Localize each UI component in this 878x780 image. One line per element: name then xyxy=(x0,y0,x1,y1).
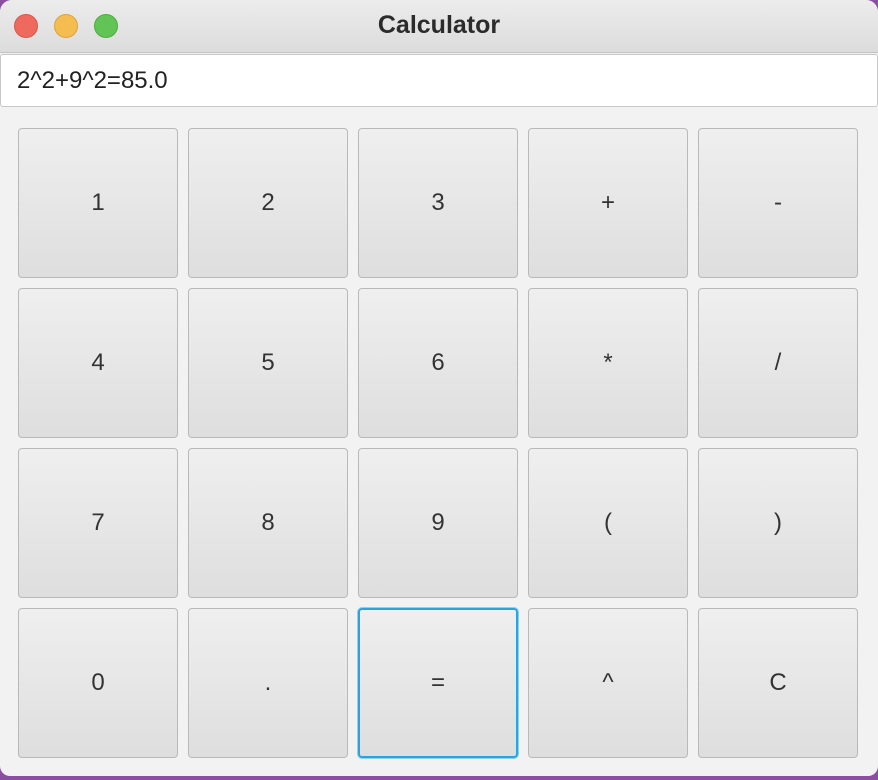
key-minus-button[interactable]: - xyxy=(698,128,858,278)
key-7-button[interactable]: 7 xyxy=(18,448,178,598)
key-0-button[interactable]: 0 xyxy=(18,608,178,758)
key-1-button[interactable]: 1 xyxy=(18,128,178,278)
key-2-button[interactable]: 2 xyxy=(188,128,348,278)
key-multiply-button[interactable]: * xyxy=(528,288,688,438)
key-6-button[interactable]: 6 xyxy=(358,288,518,438)
key-equals-button[interactable]: = xyxy=(358,608,518,758)
key-close-paren-button[interactable]: ) xyxy=(698,448,858,598)
key-divide-button[interactable]: / xyxy=(698,288,858,438)
key-decimal-button[interactable]: . xyxy=(188,608,348,758)
keypad: 1 2 3 + - 4 5 6 */ 7 8 9() 0. = ^ C xyxy=(18,128,860,758)
window-title: Calculator xyxy=(377,11,501,39)
calculator-window: Calculator 123+- 456*/ 789() 0.=^C xyxy=(0,0,878,776)
key-4-button[interactable]: 4 xyxy=(18,288,178,438)
key-9-button[interactable]: 9 xyxy=(358,448,518,598)
key-power-button[interactable]: ^ xyxy=(528,608,688,758)
key-plus-button[interactable]: + xyxy=(528,128,688,278)
key-3-button[interactable]: 3 xyxy=(358,128,518,278)
key-5-button[interactable]: 5 xyxy=(188,288,348,438)
key-clear-button[interactable]: C xyxy=(698,608,858,758)
title-bar[interactable]: Calculator xyxy=(0,0,878,53)
expression-display-field[interactable] xyxy=(0,54,878,107)
key-8-button[interactable]: 8 xyxy=(188,448,348,598)
key-open-paren-button[interactable]: ( xyxy=(528,448,688,598)
